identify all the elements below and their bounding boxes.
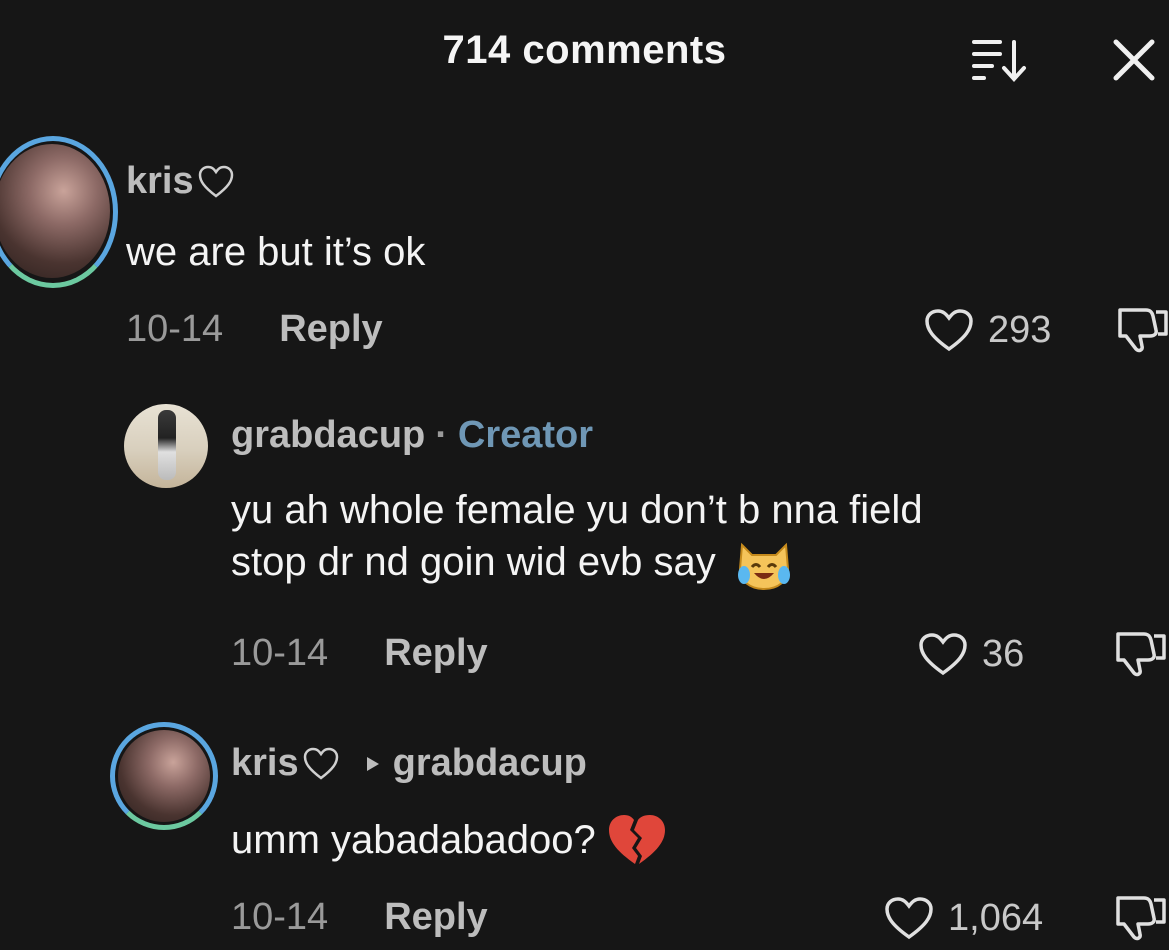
heart-outline-icon	[198, 165, 233, 198]
avatar[interactable]	[124, 404, 208, 488]
creator-badge: Creator	[457, 414, 594, 456]
heart-outline-icon	[885, 897, 933, 940]
comment-text: we are but it’s ok	[126, 230, 426, 274]
heart-outline-icon	[919, 633, 967, 676]
username[interactable]: grabdacup	[231, 414, 425, 457]
broken-heart-emoji	[608, 815, 665, 864]
like-button[interactable]: 1,064	[884, 896, 1043, 940]
comment-date: 10-14	[231, 896, 329, 938]
reply-arrow-icon	[366, 756, 379, 771]
comment-text-line: yu ah whole female yu don’t b nna field	[231, 488, 923, 532]
username[interactable]: kris	[126, 160, 194, 203]
comment-text: yu ah whole female yu don’t b nna field …	[231, 486, 923, 591]
like-button[interactable]: 36	[918, 632, 1024, 676]
comment-text: umm yabadabadoo?	[231, 812, 668, 868]
thumbs-down-icon[interactable]	[1110, 630, 1166, 678]
reply-button[interactable]: Reply	[279, 308, 382, 351]
comment-text-line-content: stop dr nd goin wid evb say	[231, 540, 716, 585]
comment-text-content: umm yabadabadoo?	[231, 817, 596, 862]
avatar[interactable]	[118, 730, 210, 822]
comment-meta: 10-14 Reply	[231, 632, 488, 675]
like-count: 293	[988, 308, 1052, 351]
comment-meta: 10-14 Reply	[126, 308, 383, 351]
comment-text-line: stop dr nd goin wid evb say	[231, 535, 923, 591]
sort-icon[interactable]	[970, 34, 1030, 82]
comment-username-line[interactable]: kris grabdacup	[231, 742, 587, 785]
comment-username-line[interactable]: grabdacup · Creator	[231, 414, 593, 457]
reply-button[interactable]: Reply	[384, 896, 487, 939]
heart-outline-icon	[303, 747, 338, 780]
close-icon[interactable]	[1110, 36, 1158, 84]
heart-outline-icon	[925, 309, 973, 352]
thumbs-down-icon[interactable]	[1112, 306, 1168, 354]
reply-button[interactable]: Reply	[384, 632, 487, 675]
comment-username-line[interactable]: kris	[126, 160, 234, 203]
cat-tears-of-joy-emoji	[737, 542, 790, 590]
comment-date: 10-14	[126, 308, 224, 350]
like-button[interactable]: 293	[924, 308, 1051, 352]
thumbs-down-icon[interactable]	[1110, 894, 1166, 942]
comment-meta: 10-14 Reply	[231, 896, 488, 939]
comment-date: 10-14	[231, 632, 329, 674]
reply-to-username[interactable]: grabdacup	[393, 742, 587, 785]
like-count: 1,064	[948, 896, 1044, 939]
like-count: 36	[982, 632, 1025, 675]
separator-dot: ·	[435, 414, 448, 456]
username[interactable]: kris	[231, 742, 299, 785]
